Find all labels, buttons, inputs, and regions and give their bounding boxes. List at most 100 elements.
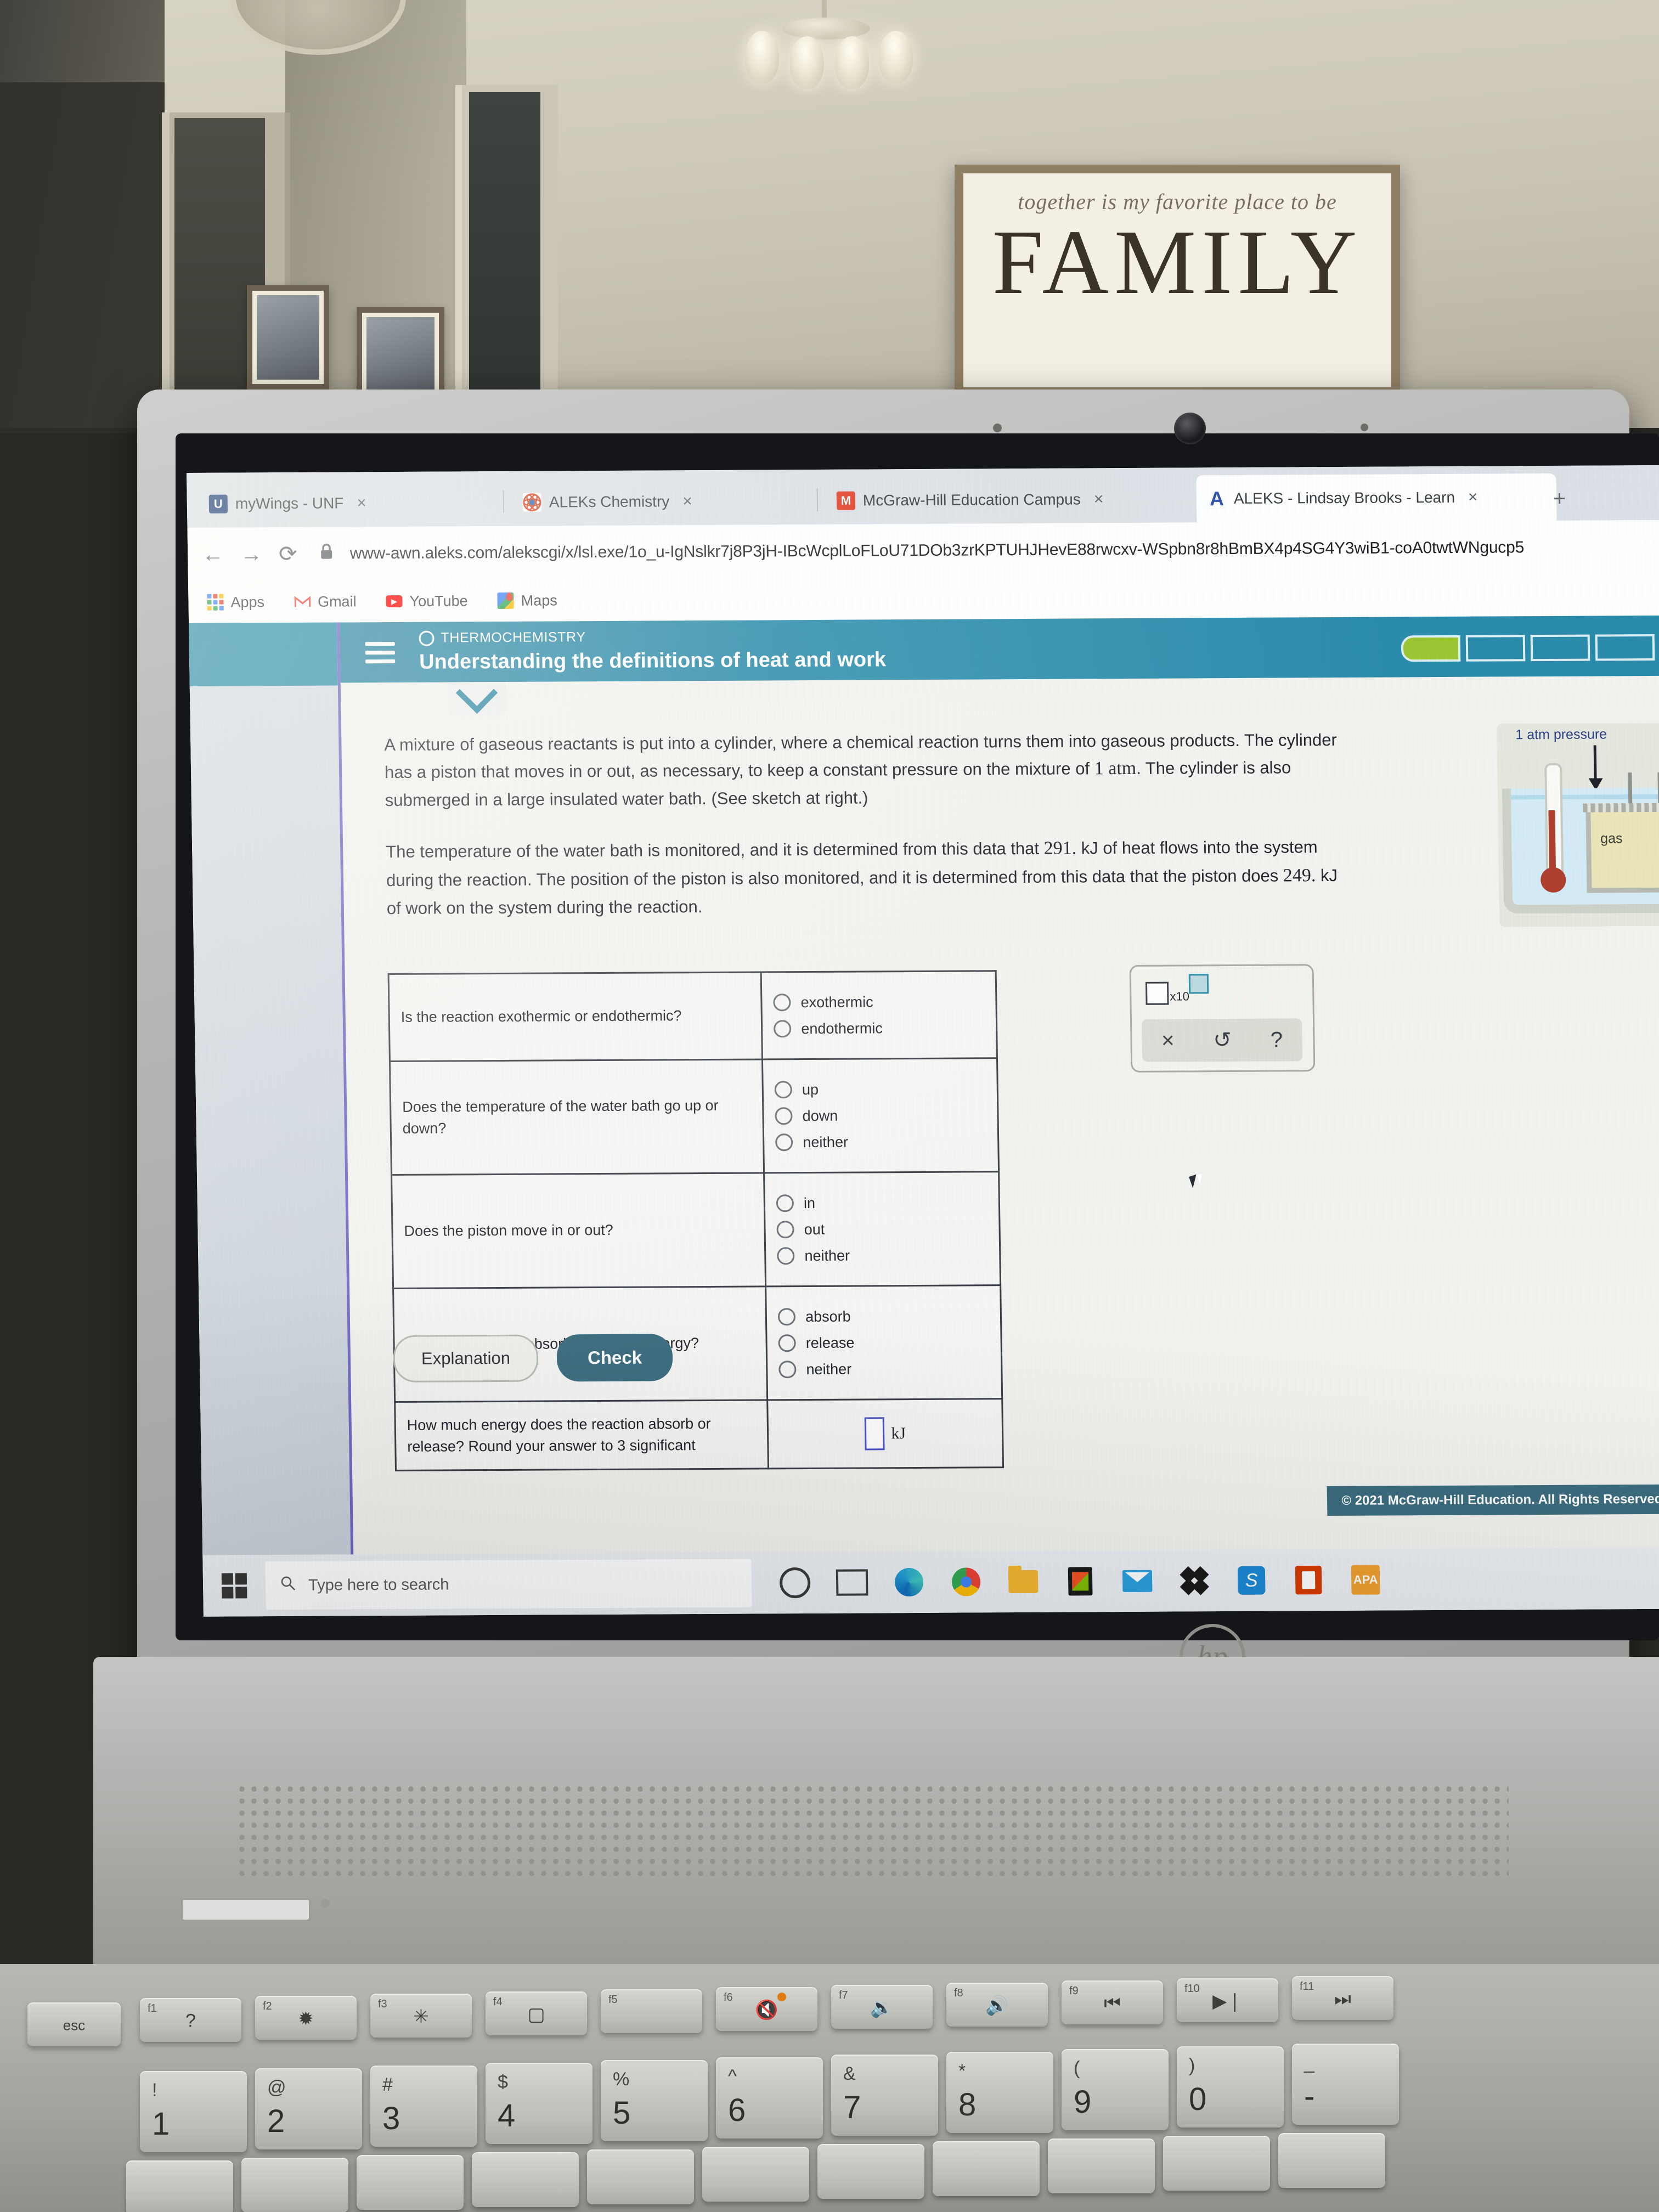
radio-option-neither[interactable]: neither xyxy=(777,1246,988,1265)
close-icon[interactable]: × xyxy=(1093,490,1103,509)
collapse-toggle-button[interactable] xyxy=(448,672,506,716)
radio-option-up[interactable]: up xyxy=(774,1080,986,1099)
cortana-icon[interactable] xyxy=(779,1567,811,1599)
clear-icon[interactable]: × xyxy=(1161,1028,1175,1053)
radio-option-neither[interactable]: neither xyxy=(778,1359,990,1379)
address-bar[interactable]: www-awn.aleks.com/alekscgi/x/lsl.exe/1o_… xyxy=(349,538,1659,563)
key-9[interactable]: ( 9 xyxy=(1062,2049,1169,2130)
browser-tab-aleks-chemistry[interactable]: ALEKs Chemistry × xyxy=(511,477,828,526)
key-r[interactable] xyxy=(472,2152,579,2207)
key-f2[interactable]: f2 ✹ xyxy=(255,1996,357,2040)
start-button[interactable] xyxy=(221,1573,247,1599)
key-2[interactable]: @ 2 xyxy=(255,2068,362,2149)
radio-icon[interactable] xyxy=(774,1081,793,1099)
key-y[interactable] xyxy=(702,2147,809,2202)
radio-option-out[interactable]: out xyxy=(776,1220,988,1239)
radio-icon[interactable] xyxy=(775,1107,793,1125)
key-f11[interactable]: f11 ⏭ xyxy=(1292,1976,1393,2020)
radio-icon[interactable] xyxy=(773,994,791,1012)
copyright-footer: © 2021 McGraw-Hill Education. All Rights… xyxy=(1327,1484,1659,1516)
key-4[interactable]: $ 4 xyxy=(486,2063,592,2144)
close-icon[interactable]: × xyxy=(357,494,366,512)
radio-icon[interactable] xyxy=(777,1247,795,1265)
key-f1[interactable]: f1 ? xyxy=(140,1998,241,2042)
microsoft-store-icon[interactable] xyxy=(1064,1565,1097,1597)
skype-icon[interactable]: S xyxy=(1235,1565,1268,1596)
key-w[interactable] xyxy=(241,2158,348,2212)
browser-tab-aleks-learn[interactable]: A ALEKS - Lindsay Brooks - Learn × xyxy=(1196,473,1557,523)
browser-tab-mywings[interactable]: U myWings - UNF × xyxy=(198,479,514,528)
browser-tab-mcgraw-hill[interactable]: M McGraw-Hill Education Campus × xyxy=(825,475,1207,524)
aleks-header: THERMOCHEMISTRY Understanding the defini… xyxy=(340,615,1659,683)
bookmark-youtube[interactable]: ▶ YouTube xyxy=(386,592,468,610)
key-0[interactable]: ) 0 xyxy=(1177,2046,1284,2128)
key-minus[interactable]: _ - xyxy=(1292,2044,1399,2125)
radio-icon[interactable] xyxy=(778,1334,797,1352)
radio-icon[interactable] xyxy=(776,1194,794,1212)
close-icon[interactable]: × xyxy=(682,492,692,511)
chrome-icon[interactable] xyxy=(950,1566,983,1598)
framed-photo xyxy=(357,307,444,400)
mail-icon[interactable] xyxy=(1121,1565,1154,1597)
edge-icon[interactable] xyxy=(893,1566,926,1598)
radio-icon[interactable] xyxy=(777,1308,796,1326)
key-i[interactable] xyxy=(933,2141,1040,2196)
close-icon[interactable]: × xyxy=(1468,488,1478,507)
key-p[interactable] xyxy=(1163,2136,1270,2191)
key-t[interactable] xyxy=(587,2149,694,2204)
check-button[interactable]: Check xyxy=(556,1334,673,1382)
explanation-button[interactable]: Explanation xyxy=(393,1334,539,1383)
key-f6[interactable]: f6 🔇 xyxy=(716,1987,817,2031)
back-icon[interactable]: ← xyxy=(202,542,224,567)
undo-icon[interactable]: ↺ xyxy=(1213,1028,1232,1053)
key-f3[interactable]: f3 ✳ xyxy=(370,1994,472,2038)
bookmark-maps[interactable]: Maps xyxy=(497,592,557,610)
key-3[interactable]: # 3 xyxy=(370,2066,477,2147)
key-f9[interactable]: f9 ⏮ xyxy=(1062,1980,1163,2024)
file-explorer-icon[interactable] xyxy=(1007,1566,1040,1598)
key-f8[interactable]: f8 🔊 xyxy=(946,1983,1048,2027)
new-tab-button[interactable]: + xyxy=(1553,487,1566,511)
key-f4[interactable]: f4 ▢ xyxy=(486,1991,587,2035)
radio-option-in[interactable]: in xyxy=(776,1193,988,1212)
key-q[interactable] xyxy=(126,2160,233,2212)
key-f5[interactable]: f5 xyxy=(601,1989,702,2033)
key-f10[interactable]: f10 ▶❘ xyxy=(1177,1978,1278,2022)
key-u[interactable] xyxy=(817,2144,924,2199)
radio-option-absorb[interactable]: absorb xyxy=(777,1307,989,1326)
taskbar-search-input[interactable]: Type here to search xyxy=(265,1559,752,1610)
key-8[interactable]: * 8 xyxy=(946,2052,1053,2133)
radio-icon[interactable] xyxy=(775,1133,793,1152)
reload-icon[interactable]: ⟳ xyxy=(279,541,297,567)
app-icon[interactable]: APA xyxy=(1350,1564,1382,1596)
hamburger-menu-icon[interactable] xyxy=(365,637,396,668)
key-o[interactable] xyxy=(1048,2138,1155,2193)
radio-option-exothermic[interactable]: exothermic xyxy=(773,992,984,1012)
forward-icon[interactable]: → xyxy=(240,542,263,567)
energy-answer-input[interactable] xyxy=(864,1417,885,1451)
key-esc[interactable]: esc xyxy=(27,2002,121,2046)
bookmark-gmail[interactable]: Gmail xyxy=(294,593,357,611)
key-5[interactable]: % 5 xyxy=(601,2060,708,2141)
radio-option-neither[interactable]: neither xyxy=(775,1132,986,1152)
key-6[interactable]: ^ 6 xyxy=(716,2057,823,2138)
radio-icon[interactable] xyxy=(774,1020,792,1038)
office-icon[interactable] xyxy=(1293,1564,1325,1596)
scientific-notation-button[interactable]: x10 xyxy=(1145,974,1209,1005)
help-icon[interactable]: ? xyxy=(1270,1028,1283,1052)
radio-icon[interactable] xyxy=(778,1361,797,1379)
key-7[interactable]: & 7 xyxy=(831,2055,938,2136)
progress-segment-filled xyxy=(1401,635,1461,662)
key-fn-label: f7 xyxy=(839,1989,848,2001)
key-bracket-left[interactable] xyxy=(1278,2133,1385,2188)
key-e[interactable] xyxy=(357,2155,464,2210)
key-1[interactable]: ! 1 xyxy=(140,2071,247,2152)
radio-option-release[interactable]: release xyxy=(778,1333,990,1352)
key-f7[interactable]: f7 🔉 xyxy=(831,1985,933,2029)
radio-icon[interactable] xyxy=(776,1221,794,1239)
dropbox-icon[interactable] xyxy=(1178,1565,1211,1596)
bookmark-apps[interactable]: Apps xyxy=(207,594,264,611)
radio-option-down[interactable]: down xyxy=(775,1106,986,1125)
task-view-icon[interactable] xyxy=(836,1566,868,1598)
radio-option-endothermic[interactable]: endothermic xyxy=(774,1019,985,1038)
